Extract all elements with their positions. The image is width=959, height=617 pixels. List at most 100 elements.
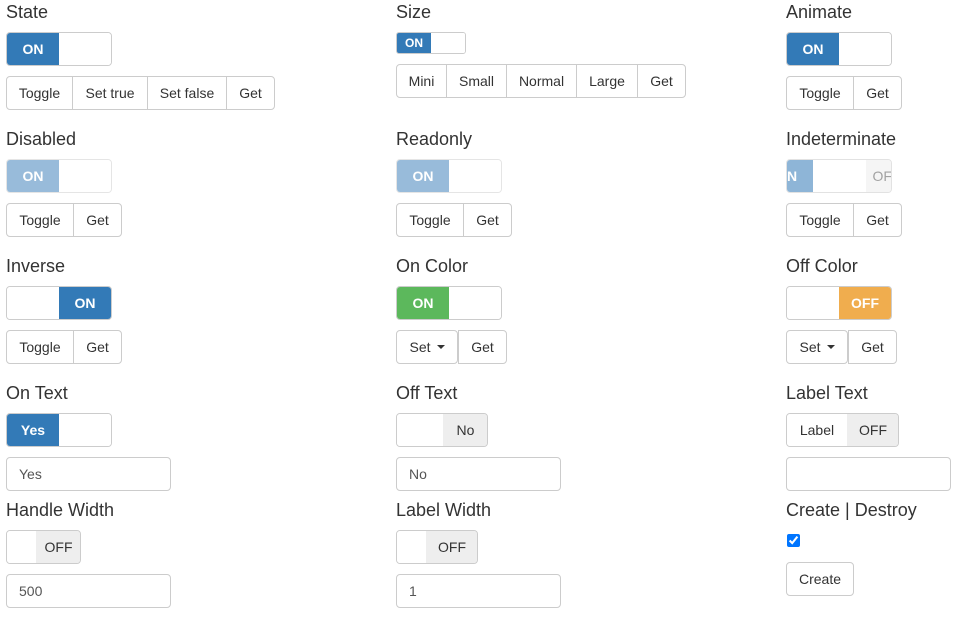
readonly-button-group: Toggle Get: [396, 203, 512, 237]
size-switch[interactable]: ON: [396, 32, 466, 54]
switch-handle: [839, 33, 891, 65]
animate-title: Animate: [786, 2, 853, 22]
size-title: Size: [396, 2, 432, 22]
large-button[interactable]: Large: [576, 64, 638, 98]
switch-handle: [59, 414, 111, 446]
on-color-button-group: Set Get: [396, 330, 507, 364]
switch-handle: [449, 160, 501, 192]
disabled-title: Disabled: [6, 129, 77, 149]
off-color-button-group: Set Get: [786, 330, 897, 364]
disabled-button-group: Toggle Get: [6, 203, 122, 237]
label-width-title: Label Width: [396, 500, 492, 520]
switch-on-label: ON: [397, 160, 449, 192]
label-text-switch[interactable]: Label OFF: [786, 413, 899, 447]
inverse-switch[interactable]: ON: [6, 286, 112, 320]
set-dropdown-button[interactable]: Set: [786, 330, 848, 364]
off-text-input[interactable]: [396, 457, 561, 491]
switch-on-label: ON: [7, 33, 59, 65]
off-text-title: Off Text: [396, 383, 458, 403]
get-button[interactable]: Get: [637, 64, 686, 98]
animate-button-group: Toggle Get: [786, 76, 902, 110]
get-button[interactable]: Get: [853, 76, 902, 110]
switch-off-label: OFF: [426, 531, 477, 563]
switch-off-label: OFF: [847, 414, 898, 446]
on-text-title: On Text: [6, 383, 68, 403]
switch-on-label: ON: [397, 287, 449, 319]
switch-off-label: OFF: [839, 287, 891, 319]
indeterminate-title: Indeterminate: [786, 129, 897, 149]
on-color-title: On Color: [396, 256, 469, 276]
label-text-title: Label Text: [786, 383, 868, 403]
switch-on-label: ON: [7, 160, 59, 192]
on-text-switch[interactable]: Yes: [6, 413, 112, 447]
switch-handle: [7, 287, 59, 319]
set-label: Set: [799, 339, 821, 355]
switch-label: Label: [787, 414, 847, 446]
get-button[interactable]: Get: [226, 76, 275, 110]
indeterminate-switch[interactable]: N OF: [786, 159, 892, 193]
get-button[interactable]: Get: [463, 203, 512, 237]
label-width-input[interactable]: [396, 574, 561, 608]
state-switch[interactable]: ON: [6, 32, 112, 66]
switch-handle: [813, 160, 866, 192]
create-destroy-title: Create | Destroy: [786, 500, 917, 520]
create-button[interactable]: Create: [786, 562, 854, 596]
toggle-button[interactable]: Toggle: [6, 203, 74, 237]
state-button-group: Toggle Set true Set false Get: [6, 76, 275, 110]
switch-handle: [787, 287, 839, 319]
create-button-group: Create: [786, 562, 854, 596]
switch-off-label: No: [443, 414, 487, 446]
switch-off-label: OF: [866, 160, 891, 192]
off-color-title: Off Color: [786, 256, 858, 276]
handle-width-switch[interactable]: OFF: [6, 530, 81, 564]
toggle-button[interactable]: Toggle: [396, 203, 464, 237]
get-button[interactable]: Get: [73, 203, 122, 237]
caret-down-icon: [826, 345, 835, 349]
switch-on-label: N: [787, 160, 813, 192]
get-button[interactable]: Get: [73, 330, 122, 364]
normal-button[interactable]: Normal: [506, 64, 577, 98]
set-true-button[interactable]: Set true: [72, 76, 148, 110]
switch-handle: [397, 531, 426, 563]
switch-handle: [449, 287, 501, 319]
toggle-button[interactable]: Toggle: [6, 330, 74, 364]
create-destroy-checkbox[interactable]: [787, 534, 800, 547]
animate-switch[interactable]: ON: [786, 32, 892, 66]
toggle-button[interactable]: Toggle: [786, 76, 854, 110]
size-button-group: Mini Small Normal Large Get: [396, 64, 686, 98]
switch-on-label: ON: [397, 33, 431, 53]
get-button[interactable]: Get: [458, 330, 507, 364]
readonly-title: Readonly: [396, 129, 473, 149]
small-button[interactable]: Small: [446, 64, 507, 98]
handle-width-title: Handle Width: [6, 500, 115, 520]
switch-handle: [7, 531, 36, 563]
off-color-switch[interactable]: OFF: [786, 286, 892, 320]
readonly-switch: ON: [396, 159, 502, 193]
indeterminate-button-group: Toggle Get: [786, 203, 902, 237]
switch-on-label: ON: [59, 287, 111, 319]
inverse-title: Inverse: [6, 256, 66, 276]
on-color-switch[interactable]: ON: [396, 286, 502, 320]
switch-handle: [59, 33, 111, 65]
label-width-switch[interactable]: OFF: [396, 530, 478, 564]
inverse-button-group: Toggle Get: [6, 330, 122, 364]
state-title: State: [6, 2, 49, 22]
switch-handle: [59, 160, 111, 192]
switch-handle: [431, 33, 465, 53]
caret-down-icon: [436, 345, 445, 349]
label-text-input[interactable]: [786, 457, 951, 491]
handle-width-input[interactable]: [6, 574, 171, 608]
toggle-button[interactable]: Toggle: [786, 203, 854, 237]
on-text-input[interactable]: [6, 457, 171, 491]
disabled-switch: ON: [6, 159, 112, 193]
toggle-button[interactable]: Toggle: [6, 76, 73, 110]
switch-on-label: ON: [787, 33, 839, 65]
switch-on-label: Yes: [7, 414, 59, 446]
off-text-switch[interactable]: No: [396, 413, 488, 447]
set-dropdown-button[interactable]: Set: [396, 330, 458, 364]
switch-handle: [397, 414, 443, 446]
mini-button[interactable]: Mini: [396, 64, 447, 98]
set-false-button[interactable]: Set false: [147, 76, 227, 110]
get-button[interactable]: Get: [848, 330, 897, 364]
get-button[interactable]: Get: [853, 203, 902, 237]
